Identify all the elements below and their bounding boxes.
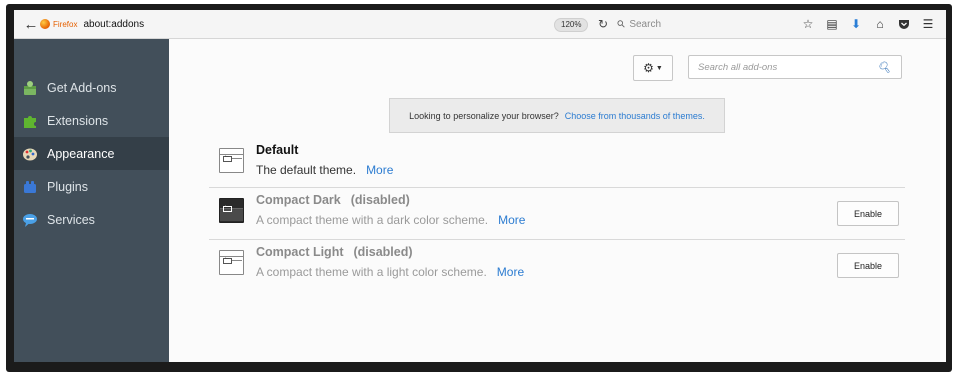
plugin-brick-icon: [22, 179, 38, 195]
url-bar[interactable]: Firefox about:addons: [40, 15, 570, 33]
sidebar-item-get-addons[interactable]: Get Add-ons: [14, 71, 169, 104]
get-addons-icon: [22, 80, 38, 96]
addons-search-input[interactable]: Search all add-ons 🔍︎: [688, 55, 902, 79]
theme-name: Compact Dark (disabled): [256, 193, 410, 207]
themes-banner: Looking to personalize your browser? Cho…: [389, 98, 725, 133]
disabled-status: (disabled): [350, 193, 410, 207]
choose-themes-link[interactable]: Choose from thousands of themes.: [565, 111, 705, 121]
pocket-icon[interactable]: [892, 15, 916, 33]
theme-item-compact-light: Compact Light(disabled) A compact theme …: [209, 239, 905, 292]
url-text[interactable]: about:addons: [83, 19, 144, 30]
zoom-level[interactable]: 120%: [554, 18, 589, 32]
sidebar-item-plugins[interactable]: Plugins: [14, 170, 169, 203]
theme-description: A compact theme with a light color schem…: [256, 265, 525, 279]
sidebar-item-label: Extensions: [47, 113, 109, 128]
puzzle-piece-icon: [22, 113, 38, 129]
browser-toolbar: ← Firefox about:addons 120% ↻ ⚲ Search ☆…: [14, 10, 946, 39]
enable-button[interactable]: Enable: [837, 253, 899, 278]
banner-text: Looking to personalize your browser?: [409, 110, 559, 121]
addons-sidebar: Get Add-ons Extensions Appearance Plugin…: [14, 39, 169, 362]
sidebar-item-appearance[interactable]: Appearance: [14, 137, 169, 170]
chevron-down-icon: ▼: [655, 64, 663, 72]
menu-hamburger-icon[interactable]: ☰: [916, 15, 940, 33]
tools-gear-button[interactable]: ⚙ ▼: [633, 55, 673, 81]
download-icon[interactable]: ⬇: [844, 15, 868, 33]
more-link[interactable]: More: [498, 213, 525, 227]
theme-item-default: Default The default theme.More: [209, 138, 905, 190]
brand-label: Firefox: [53, 19, 78, 29]
browser-search-field[interactable]: ⚲ Search: [615, 15, 794, 33]
sidebar-item-label: Plugins: [47, 179, 88, 194]
search-icon[interactable]: 🔍︎: [877, 61, 891, 74]
disabled-status: (disabled): [353, 245, 413, 259]
enable-button[interactable]: Enable: [837, 201, 899, 226]
more-link[interactable]: More: [366, 163, 393, 177]
theme-description: A compact theme with a dark color scheme…: [256, 213, 526, 227]
addons-search-placeholder: Search all add-ons: [698, 61, 778, 73]
search-icon: ⚲: [615, 17, 629, 31]
theme-icon: [219, 148, 244, 173]
sidebar-item-extensions[interactable]: Extensions: [14, 104, 169, 137]
reading-list-icon[interactable]: ▤: [820, 15, 844, 33]
theme-name: Default: [256, 143, 299, 157]
palette-icon: [22, 146, 38, 162]
theme-description: The default theme. More: [256, 163, 394, 177]
sidebar-item-label: Get Add-ons: [47, 80, 117, 95]
back-arrow-icon[interactable]: ←: [22, 15, 40, 33]
reload-icon[interactable]: ↻: [596, 16, 610, 32]
browser-window: ← Firefox about:addons 120% ↻ ⚲ Search ☆…: [14, 10, 946, 362]
sidebar-item-label: Appearance: [47, 146, 115, 161]
browser-search-placeholder: Search: [629, 18, 662, 30]
more-link[interactable]: More: [497, 265, 524, 279]
gear-icon: ⚙: [643, 61, 654, 75]
sidebar-item-services[interactable]: Services: [14, 203, 169, 236]
services-chat-icon: [22, 212, 38, 228]
home-icon[interactable]: ⌂: [868, 15, 892, 33]
firefox-logo-icon: [40, 19, 50, 29]
theme-item-compact-dark: Compact Dark(disabled) A compact theme w…: [209, 187, 905, 240]
addons-main-pane: ⚙ ▼ Search all add-ons 🔍︎ Looking to pers…: [169, 39, 946, 362]
toolbar-icons: ☆ ▤ ⬇ ⌂ ☰: [796, 15, 940, 33]
theme-name: Compact Light (disabled): [256, 245, 413, 259]
theme-icon: [219, 250, 244, 275]
sidebar-item-label: Services: [47, 212, 95, 227]
bookmark-star-icon[interactable]: ☆: [796, 15, 820, 33]
theme-icon: [219, 198, 244, 223]
